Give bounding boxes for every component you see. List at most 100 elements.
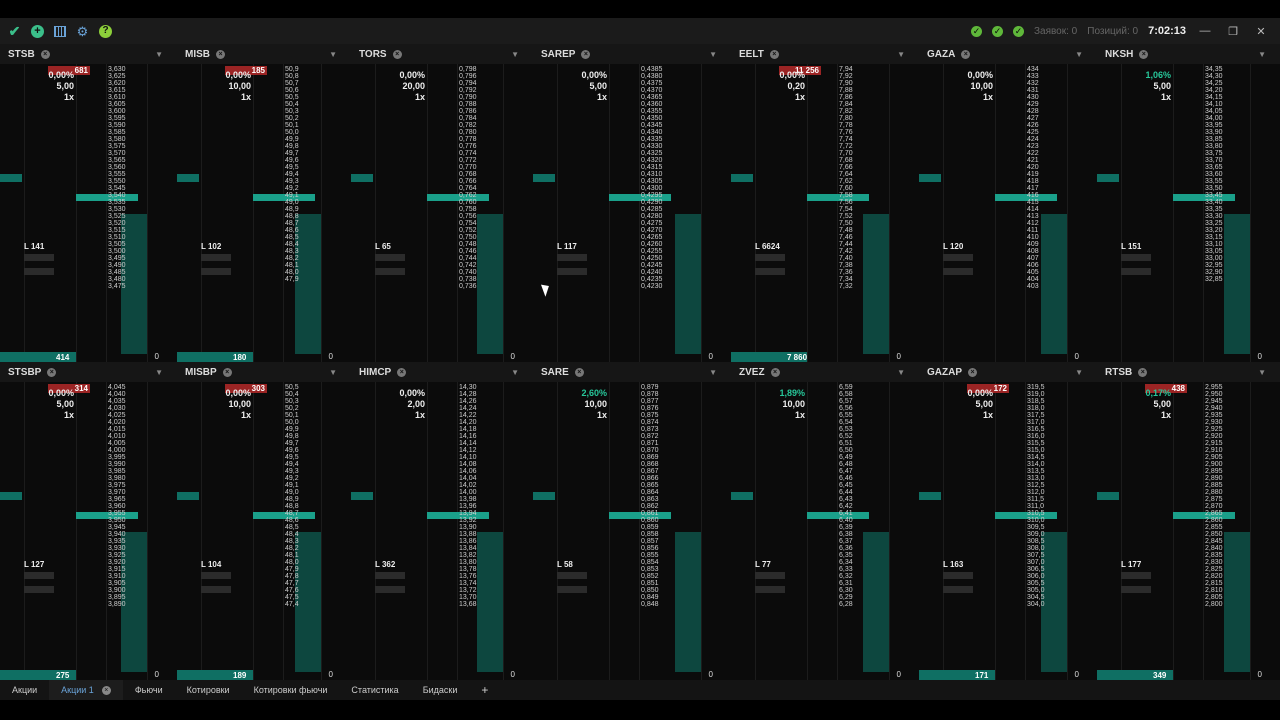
close-tab-icon[interactable]: × xyxy=(101,685,111,695)
price-ladder[interactable]: 6,59 6,58 6,57 6,56 6,55 6,54 6,53 6,52 … xyxy=(839,384,877,608)
chevron-down-icon[interactable]: ▼ xyxy=(329,50,337,59)
close-panel-icon[interactable]: × xyxy=(40,49,50,59)
order-book-panel[interactable]: RTSB × ▼ 438 0,17% 5,00 1x 2,955 2,950 2… xyxy=(1097,362,1280,680)
tab-1[interactable]: Акции xyxy=(0,680,49,700)
chevron-down-icon[interactable]: ▼ xyxy=(1075,50,1083,59)
order-book-panel[interactable]: STSBP × ▼ 314 0,00% 5,00 1x 4,045 4,040 … xyxy=(0,362,178,680)
panel-header[interactable]: ZVEZ × ▼ xyxy=(731,362,919,382)
panel-header[interactable]: RTSB × ▼ xyxy=(1097,362,1280,382)
order-book-panel[interactable]: SAREP × ▼ 0,00% 5,00 1x 0,4385 0,4380 0,… xyxy=(533,44,732,362)
tab-2[interactable]: Акции 1 × xyxy=(49,680,123,700)
chevron-down-icon[interactable]: ▼ xyxy=(1258,50,1266,59)
depth-of-market[interactable]: 0,00% 5,00 1x 0,4385 0,4380 0,4375 0,437… xyxy=(533,64,731,362)
price-ladder[interactable]: 7,94 7,92 7,90 7,88 7,86 7,84 7,82 7,80 … xyxy=(839,66,877,290)
depth-of-market[interactable]: 438 0,17% 5,00 1x 2,955 2,950 2,945 2,94… xyxy=(1097,382,1280,680)
order-book-panel[interactable]: ZVEZ × ▼ 1,89% 10,00 1x 6,59 6,58 6,57 6… xyxy=(731,362,920,680)
add-panel-icon[interactable]: + xyxy=(31,24,44,38)
price-ladder[interactable]: 4,045 4,040 4,035 4,030 4,025 4,020 4,01… xyxy=(108,384,146,608)
chevron-down-icon[interactable]: ▼ xyxy=(511,50,519,59)
order-book-panel[interactable]: SARE × ▼ 2,60% 10,00 1x 0,879 0,878 0,87… xyxy=(533,362,732,680)
restore-icon[interactable]: ❐ xyxy=(1224,25,1242,38)
chevron-down-icon[interactable]: ▼ xyxy=(1258,368,1266,377)
price-ladder[interactable]: 0,798 0,796 0,794 0,792 0,790 0,788 0,78… xyxy=(459,66,497,290)
tab-3[interactable]: Фьючи xyxy=(123,680,175,700)
price-ladder[interactable]: 319,5 319,0 318,5 318,0 317,5 317,0 316,… xyxy=(1027,384,1065,608)
chevron-down-icon[interactable]: ▼ xyxy=(1075,368,1083,377)
chevron-down-icon[interactable]: ▼ xyxy=(329,368,337,377)
price-ladder[interactable]: 0,879 0,878 0,877 0,876 0,875 0,874 0,87… xyxy=(641,384,679,608)
panel-header[interactable]: STSB × ▼ xyxy=(0,44,177,64)
chevron-down-icon[interactable]: ▼ xyxy=(155,368,163,377)
close-panel-icon[interactable]: × xyxy=(216,49,225,59)
panel-header[interactable]: SAREP × ▼ xyxy=(533,44,731,64)
depth-of-market[interactable]: 11 256 0,00% 0,20 1x 7,94 7,92 7,90 7,88… xyxy=(731,64,919,362)
panel-header[interactable]: STSBP × ▼ xyxy=(0,362,177,382)
depth-of-market[interactable]: 185 0,00% 10,00 1x 50,9 50,8 50,7 50,6 5… xyxy=(177,64,351,362)
chevron-down-icon[interactable]: ▼ xyxy=(709,50,717,59)
close-panel-icon[interactable]: × xyxy=(770,367,780,377)
depth-of-market[interactable]: 1,06% 5,00 1x 34,35 34,30 34,25 34,20 34… xyxy=(1097,64,1280,362)
price-ladder[interactable]: 3,630 3,625 3,620 3,615 3,610 3,605 3,60… xyxy=(108,66,146,290)
close-panel-icon[interactable]: × xyxy=(1138,367,1148,377)
panel-header[interactable]: GAZAP × ▼ xyxy=(919,362,1097,382)
close-panel-icon[interactable]: × xyxy=(47,367,57,377)
panel-header[interactable]: HIMCP × ▼ xyxy=(351,362,533,382)
order-book-panel[interactable]: MISBP × ▼ 303 0,00% 10,00 1x 50,5 50,4 5… xyxy=(177,362,352,680)
order-book-panel[interactable]: STSB × ▼ 681 0,00% 5,00 1x 3,630 3,625 3… xyxy=(0,44,178,362)
depth-of-market[interactable]: 0,00% 10,00 1x 434 433 432 431 430 429 4… xyxy=(919,64,1097,362)
minimize-icon[interactable]: — xyxy=(1196,25,1214,37)
order-book-panel[interactable]: MISB × ▼ 185 0,00% 10,00 1x 50,9 50,8 50… xyxy=(177,44,352,362)
order-book-panel[interactable]: TORS × ▼ 0,00% 20,00 1x 0,798 0,796 0,79… xyxy=(351,44,534,362)
panel-header[interactable]: NKSH × ▼ xyxy=(1097,44,1280,64)
price-ladder[interactable]: 434 433 432 431 430 429 428 427 426 425 … xyxy=(1027,66,1065,290)
depth-of-market[interactable]: 2,60% 10,00 1x 0,879 0,878 0,877 0,876 0… xyxy=(533,382,731,680)
chevron-down-icon[interactable]: ▼ xyxy=(511,368,519,377)
chevron-down-icon[interactable]: ▼ xyxy=(155,50,163,59)
depth-of-market[interactable]: 0,00% 20,00 1x 0,798 0,796 0,794 0,792 0… xyxy=(351,64,533,362)
panel-header[interactable]: SARE × ▼ xyxy=(533,362,731,382)
order-book-panel[interactable]: HIMCP × ▼ 0,00% 2,00 1x 14,30 14,28 14,2… xyxy=(351,362,534,680)
depth-of-market[interactable]: 303 0,00% 10,00 1x 50,5 50,4 50,3 50,2 5… xyxy=(177,382,351,680)
close-panel-icon[interactable]: × xyxy=(397,367,407,377)
chevron-down-icon[interactable]: ▼ xyxy=(897,50,905,59)
price-ladder[interactable]: 50,9 50,8 50,7 50,6 50,5 50,4 50,3 50,2 … xyxy=(285,66,323,283)
depth-of-market[interactable]: 0,00% 2,00 1x 14,30 14,28 14,26 14,24 14… xyxy=(351,382,533,680)
chevron-down-icon[interactable]: ▼ xyxy=(897,368,905,377)
panel-header[interactable]: EELT × ▼ xyxy=(731,44,919,64)
panel-header[interactable]: MISB × ▼ xyxy=(177,44,351,64)
tab-6[interactable]: Статистика xyxy=(339,680,410,700)
add-tab-icon[interactable]: + xyxy=(469,683,500,697)
tab-5[interactable]: Котировки фьючи xyxy=(242,680,340,700)
price-ladder[interactable]: 50,5 50,4 50,3 50,2 50,1 50,0 49,9 49,8 … xyxy=(285,384,323,608)
close-icon[interactable]: ✕ xyxy=(1252,25,1270,38)
panel-header[interactable]: MISBP × ▼ xyxy=(177,362,351,382)
price-ladder[interactable]: 2,955 2,950 2,945 2,940 2,935 2,930 2,92… xyxy=(1205,384,1243,608)
layout-grid-icon[interactable] xyxy=(54,25,66,37)
depth-of-market[interactable]: 314 0,00% 5,00 1x 4,045 4,040 4,035 4,03… xyxy=(0,382,177,680)
price-ladder[interactable]: 0,4385 0,4380 0,4375 0,4370 0,4365 0,436… xyxy=(641,66,679,290)
close-panel-icon[interactable]: × xyxy=(222,367,232,377)
close-panel-icon[interactable]: × xyxy=(574,367,584,377)
panel-header[interactable]: TORS × ▼ xyxy=(351,44,533,64)
order-book-panel[interactable]: GAZA × ▼ 0,00% 10,00 1x 434 433 432 431 … xyxy=(919,44,1098,362)
help-icon[interactable]: ? xyxy=(99,24,112,38)
order-book-panel[interactable]: EELT × ▼ 11 256 0,00% 0,20 1x 7,94 7,92 … xyxy=(731,44,920,362)
close-panel-icon[interactable]: × xyxy=(961,49,971,59)
panel-header[interactable]: GAZA × ▼ xyxy=(919,44,1097,64)
depth-of-market[interactable]: 172 0,00% 5,00 1x 319,5 319,0 318,5 318,… xyxy=(919,382,1097,680)
tab-4[interactable]: Котировки xyxy=(175,680,242,700)
settings-gear-icon[interactable]: ⚙ xyxy=(76,25,89,38)
order-book-panel[interactable]: NKSH × ▼ 1,06% 5,00 1x 34,35 34,30 34,25… xyxy=(1097,44,1280,362)
chevron-down-icon[interactable]: ▼ xyxy=(709,368,717,377)
close-panel-icon[interactable]: × xyxy=(581,49,591,59)
depth-of-market[interactable]: 1,89% 10,00 1x 6,59 6,58 6,57 6,56 6,55 … xyxy=(731,382,919,680)
price-ladder[interactable]: 34,35 34,30 34,25 34,20 34,15 34,10 34,0… xyxy=(1205,66,1243,283)
close-panel-icon[interactable]: × xyxy=(968,367,977,377)
depth-of-market[interactable]: 681 0,00% 5,00 1x 3,630 3,625 3,620 3,61… xyxy=(0,64,177,362)
close-panel-icon[interactable]: × xyxy=(1139,49,1149,59)
tab-7[interactable]: Бидаски xyxy=(411,680,470,700)
order-book-panel[interactable]: GAZAP × ▼ 172 0,00% 5,00 1x 319,5 319,0 … xyxy=(919,362,1098,680)
price-ladder[interactable]: 14,30 14,28 14,26 14,24 14,22 14,20 14,1… xyxy=(459,384,497,608)
close-panel-icon[interactable]: × xyxy=(392,49,402,59)
close-panel-icon[interactable]: × xyxy=(769,49,779,59)
